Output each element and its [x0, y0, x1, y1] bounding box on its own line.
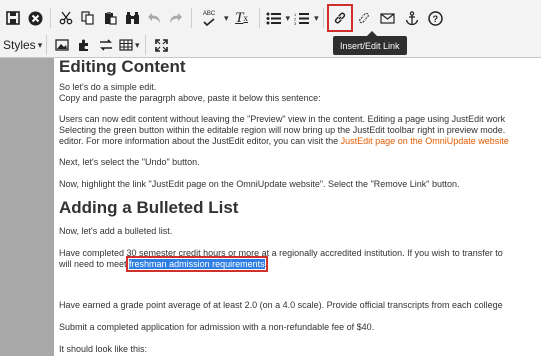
paragraph-line: Have earned a grade point average of at …: [59, 300, 503, 310]
numbered-list-button[interactable]: 123: [290, 7, 312, 29]
paragraph-line: Have completed 30 semester credit hours …: [59, 248, 503, 258]
tooltip-label: Insert/Edit Link: [340, 40, 400, 51]
swap-button[interactable]: [95, 34, 117, 56]
styles-dropdown[interactable]: Styles ▾: [3, 34, 42, 56]
insert-link-button[interactable]: [326, 4, 353, 32]
paragraph-line: Submit a completed application for admis…: [59, 322, 375, 332]
help-button[interactable]: ?: [424, 7, 448, 29]
tooltip: Insert/Edit Link: [333, 31, 407, 55]
paragraph-line: So let's do a simple edit.: [59, 82, 157, 92]
paragraph-line: Next, let's select the "Undo" button.: [59, 157, 200, 167]
paste-icon: [105, 12, 117, 25]
copy-button[interactable]: [77, 7, 99, 29]
heading-bulleted-list: Adding a Bulleted List: [59, 198, 239, 217]
table-icon: [119, 39, 133, 51]
image-icon: [55, 39, 69, 51]
close-icon: [28, 11, 42, 25]
find-button[interactable]: [121, 7, 143, 29]
checkmark-icon: [203, 17, 215, 26]
clear-format-x-icon: x: [243, 13, 248, 23]
spellcheck-label: ABC: [202, 10, 216, 17]
undo-icon: [148, 13, 160, 23]
paragraph-line: will need to meet freshman admission req…: [59, 256, 268, 272]
svg-text:3: 3: [294, 21, 297, 25]
toolbar-separator: [191, 8, 192, 28]
swap-icon: [100, 39, 113, 51]
save-button[interactable]: [2, 7, 24, 29]
chevron-down-icon[interactable]: ▾: [314, 13, 319, 24]
paragraph-line: Copy and paste the paragrph above, paste…: [59, 93, 321, 103]
insert-asset-button[interactable]: [73, 34, 95, 56]
bullet-list-icon: [266, 12, 282, 24]
close-button[interactable]: [24, 7, 46, 29]
numbered-list-icon: 123: [294, 12, 309, 25]
clear-format-button[interactable]: Tx: [229, 7, 255, 29]
spellcheck-button[interactable]: ABC: [196, 7, 222, 29]
paragraph-line: Users can now edit content without leavi…: [59, 114, 506, 124]
paragraph-line: Selecting the green button within the ed…: [59, 125, 506, 135]
paragraph-text: editor. For more information about the J…: [59, 136, 341, 146]
heading-editing-content: Editing Content: [59, 58, 186, 76]
bullet-list-button[interactable]: [264, 7, 284, 29]
editable-content[interactable]: Editing Content So let's do a simple edi…: [54, 58, 541, 356]
anchor-icon: [405, 10, 418, 25]
binoculars-icon: [125, 12, 139, 24]
styles-label: Styles: [3, 38, 36, 52]
paragraph-line: editor. For more information about the J…: [59, 136, 509, 147]
anchor-button[interactable]: [400, 7, 424, 29]
toolbar-separator: [46, 35, 48, 55]
table-button[interactable]: ▾: [117, 34, 141, 56]
clear-format-label: T: [235, 9, 244, 26]
help-icon: ?: [428, 10, 443, 26]
insert-image-button[interactable]: [51, 34, 73, 56]
toolbar-separator: [50, 8, 51, 28]
paragraph-line: Now, highlight the link "JustEdit page o…: [59, 179, 460, 189]
justedit-link[interactable]: JustEdit page on the OmniUpdate website: [341, 136, 509, 146]
undo-button[interactable]: [143, 7, 165, 29]
chevron-down-icon: ▾: [134, 39, 140, 50]
mail-icon: [380, 12, 395, 24]
fullscreen-button[interactable]: [150, 34, 172, 56]
unlink-button[interactable]: [352, 7, 376, 29]
paragraph-text: will need to meet: [59, 259, 130, 269]
toolbar-row-2: Styles ▾ ▾: [0, 33, 172, 57]
toolbar-separator: [322, 8, 324, 28]
scissors-icon: [59, 11, 73, 25]
fullscreen-icon: [154, 38, 168, 52]
selected-text-admission-requirements[interactable]: freshman admission requirements: [126, 256, 268, 272]
paragraph-line: Now, let's add a bulleted list.: [59, 226, 173, 236]
unlink-icon: [358, 12, 369, 24]
editor-toolbar: ABC ▾ Tx ▾ 123 ▾ ? Styles ▾ ▾ Insert/Edi…: [0, 0, 541, 58]
puzzle-icon: [79, 39, 89, 51]
toolbar-separator: [258, 8, 260, 28]
paragraph-line: It should look like this:: [59, 344, 148, 354]
paragraph-text: .: [264, 259, 268, 269]
cut-button[interactable]: [55, 7, 77, 29]
toolbar-row-1: ABC ▾ Tx ▾ 123 ▾ ?: [0, 4, 448, 32]
left-sidebar: [0, 58, 54, 356]
paste-button[interactable]: [99, 7, 121, 29]
redo-icon: [170, 13, 182, 23]
toolbar-separator: [145, 35, 147, 55]
redo-button[interactable]: [165, 7, 187, 29]
save-icon: [6, 11, 20, 25]
svg-text:?: ?: [433, 14, 439, 24]
chevron-down-icon: ▾: [37, 39, 43, 50]
copy-icon: [81, 11, 94, 25]
link-icon: [334, 12, 345, 24]
email-link-button[interactable]: [376, 7, 400, 29]
